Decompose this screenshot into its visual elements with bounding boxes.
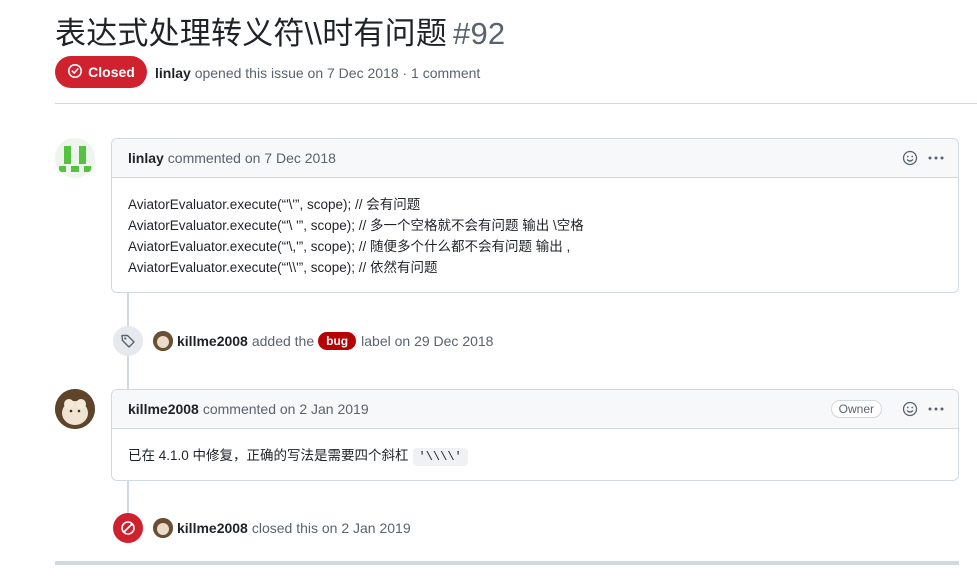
status-text: Closed [88, 64, 135, 80]
header-divider [55, 103, 977, 104]
avatar-killme2008-small[interactable] [153, 518, 173, 538]
avatar-killme2008-small[interactable] [153, 331, 173, 351]
issue-title: 表达式处理转义符\\时有问题 #92 [55, 8, 505, 53]
event-actor[interactable]: killme2008 [177, 333, 248, 349]
comment-line: AviatorEvaluator.execute(“'\ '”, scope);… [128, 218, 584, 233]
issue-meta: linlay opened this issue on 7 Dec 2018 ·… [155, 65, 480, 81]
timeline-bottom-rule [55, 561, 959, 565]
event-text-after: label on 29 Dec 2018 [361, 333, 494, 349]
avatar-killme2008[interactable] [55, 389, 95, 429]
status-badge-closed: Closed [55, 56, 147, 88]
inline-code: '\\\\' [412, 448, 468, 466]
comment-line: AviatorEvaluator.execute(“'\'”, scope); … [128, 197, 421, 212]
comment-line: AviatorEvaluator.execute(“'\\'”, scope);… [128, 260, 438, 275]
comment-text: 已在 4.1.0 中修复，正确的写法是需要四个斜杠 [128, 448, 409, 463]
issue-number: #92 [453, 16, 506, 51]
comment-linlay: linlay commented on 7 Dec 2018 AviatorEv… [111, 138, 959, 293]
issue-title-text: 表达式处理转义符\\时有问题 [55, 16, 448, 51]
kebab-menu-icon[interactable] [926, 148, 946, 168]
tag-icon [113, 326, 143, 356]
comment-body: 已在 4.1.0 中修复，正确的写法是需要四个斜杠 '\\\\' [112, 429, 958, 484]
issue-opened-text: opened this issue on 7 Dec 2018 · 1 comm… [194, 65, 481, 81]
timeline-event-closed: killme2008 closed this on 2 Jan 2019 [113, 513, 411, 543]
event-actor[interactable]: killme2008 [177, 520, 248, 536]
avatar-linlay[interactable] [55, 138, 95, 178]
comment-header: killme2008 commented on 2 Jan 2019 Owner [112, 390, 958, 429]
owner-badge: Owner [830, 400, 882, 418]
circle-slash-icon [113, 513, 143, 543]
timeline-event-labeled: killme2008 added the bug label on 29 Dec… [113, 326, 493, 356]
comment-author[interactable]: linlay [128, 150, 164, 166]
comment-killme2008: killme2008 commented on 2 Jan 2019 Owner… [111, 389, 959, 481]
bug-label[interactable]: bug [318, 332, 357, 350]
comment-header: linlay commented on 7 Dec 2018 [112, 139, 958, 178]
comment-author[interactable]: killme2008 [128, 401, 199, 417]
issue-author-link[interactable]: linlay [155, 65, 191, 81]
comment-body: AviatorEvaluator.execute(“'\'”, scope); … [112, 178, 958, 294]
kebab-menu-icon[interactable] [926, 399, 946, 419]
issue-closed-icon [67, 63, 83, 82]
comment-action[interactable]: commented on 7 Dec 2018 [168, 150, 336, 166]
event-text-before: added the [251, 333, 315, 349]
smiley-icon[interactable] [900, 148, 920, 168]
comment-action[interactable]: commented on 2 Jan 2019 [203, 401, 369, 417]
comment-line: AviatorEvaluator.execute(“'\,'”, scope);… [128, 239, 571, 254]
smiley-icon[interactable] [900, 399, 920, 419]
event-text: closed this on 2 Jan 2019 [251, 520, 411, 536]
